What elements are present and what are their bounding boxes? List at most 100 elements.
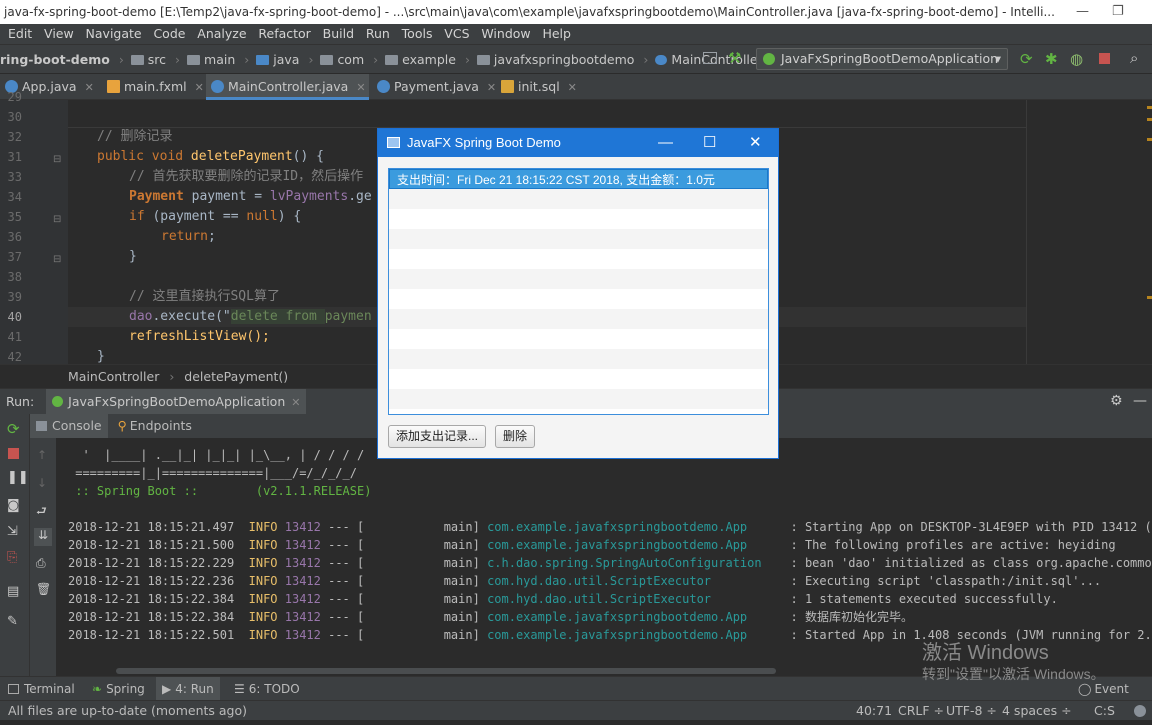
log-logger[interactable]: com.hyd.dao.util.ScriptExecutor [487,574,790,588]
restart-icon[interactable]: ⎘ [7,550,17,565]
log-logger[interactable]: com.example.javafxspringbootdemo.App [487,628,790,642]
menu-view[interactable]: View [44,24,74,44]
menu-edit[interactable]: Edit [8,24,32,44]
trash-icon[interactable]: 🗑 [36,582,51,596]
nav-crumb-package[interactable]: javafxspringbootdemo [477,45,635,74]
menu-help[interactable]: Help [542,24,571,44]
gear-icon[interactable]: ⚙ [1110,389,1123,414]
log-logger[interactable]: com.example.javafxspringbootdemo.App [487,520,790,534]
menu-vcs[interactable]: VCS [444,24,469,44]
close-icon[interactable]: ✕ [749,129,762,157]
minimize-button[interactable]: — [1076,0,1089,24]
vcs-widget[interactable]: C:S [1094,701,1115,720]
hammer-icon[interactable]: ⚒ [728,49,741,67]
tab-endpoints[interactable]: ⚲Endpoints [112,414,198,438]
tab-console[interactable]: Console [30,414,108,438]
minimize-icon[interactable]: — [658,129,673,157]
stop-icon[interactable] [1099,53,1110,64]
hide-icon[interactable]: — [1133,389,1147,414]
menu-tools[interactable]: Tools [402,24,433,44]
log-pid: 13412 [285,574,328,588]
menu-analyze[interactable]: Analyze [197,24,246,44]
horizontal-scrollbar[interactable] [116,668,776,674]
rerun-icon[interactable]: ⟳ [7,420,20,438]
delete-button[interactable]: 删除 [495,425,535,448]
caret-position[interactable]: 40:71 [856,701,892,720]
tab-maincontroller-java[interactable]: MainController.java✕ [206,74,369,100]
rerun-icon[interactable]: ⟳ [1020,50,1033,68]
print-icon[interactable]: ⎙ [36,556,46,571]
file-encoding[interactable]: UTF-8 ÷ [946,701,997,720]
coverage-icon[interactable]: ◍ [1070,50,1083,68]
camera-icon[interactable]: ◙ [7,498,20,513]
fold-icon[interactable]: ⊟ [53,154,61,165]
fx-title-bar[interactable]: JavaFX Spring Boot Demo — ☐ ✕ [378,129,778,157]
package-icon [320,55,333,65]
log-logger[interactable]: c.h.dao.spring.SpringAutoConfiguration [487,556,790,570]
pin-icon[interactable]: ✎ [7,614,18,629]
wrap-icon[interactable]: ⮐ [36,502,47,523]
tab-payment-java[interactable]: Payment.java✕ [372,74,492,100]
run-config-tab[interactable]: JavaFxSpringBootDemoApplication✕ [46,389,306,415]
down-icon[interactable]: ↓ [37,476,47,490]
breadcrumb-class[interactable]: MainController [68,369,159,384]
close-icon[interactable]: ✕ [487,81,496,94]
tool-todo[interactable]: ☰6: TODO [234,677,300,701]
close-icon[interactable]: ✕ [291,396,300,409]
log-timestamp: 2018-12-21 18:15:22.236 [68,574,249,588]
nav-crumb-example[interactable]: example [385,45,456,74]
tab-init-sql[interactable]: init.sql✕ [496,74,586,100]
close-icon[interactable]: ✕ [568,81,577,94]
payment-list[interactable]: 支出时间：Fri Dec 21 18:15:22 CST 2018, 支出金额：… [388,168,769,415]
line-separator[interactable]: CRLF ÷ [898,701,944,720]
tool-run[interactable]: ▶4: Run [156,677,220,701]
memory-icon[interactable] [1134,705,1146,717]
exit-icon[interactable]: ⇲ [7,524,18,539]
nav-crumb-main[interactable]: main [187,45,235,74]
log-message: : 数据库初始化完毕。 [791,610,913,624]
log-timestamp: 2018-12-21 18:15:22.501 [68,628,249,642]
nav-crumb-com[interactable]: com [320,45,364,74]
tool-spring[interactable]: ❧Spring [92,677,145,701]
breadcrumb-method[interactable]: deletePayment() [184,369,288,384]
menu-navigate[interactable]: Navigate [86,24,142,44]
layout-icon[interactable]: ▤ [7,584,19,599]
menu-refactor[interactable]: Refactor [258,24,310,44]
log-thread: --- [ main] [328,610,487,624]
menu-run[interactable]: Run [366,24,390,44]
maximize-icon[interactable]: ☐ [703,129,716,157]
log-logger[interactable]: com.example.javafxspringbootdemo.App [487,538,790,552]
stop-icon[interactable] [8,448,19,459]
scroll-to-end-icon[interactable]: ⇊ [34,528,52,546]
nav-crumb-java[interactable]: java [256,45,299,74]
log-thread: --- [ main] [328,628,487,642]
log-level: INFO [249,556,285,570]
tool-terminal[interactable]: Terminal [8,677,75,701]
close-icon[interactable]: ✕ [195,81,204,94]
search-icon[interactable]: ⌕ [1130,49,1138,67]
window-controls: — ❐ [1062,0,1152,24]
list-item[interactable]: 支出时间：Fri Dec 21 18:15:22 CST 2018, 支出金额：… [389,169,768,189]
indent-setting[interactable]: 4 spaces ÷ [1002,701,1072,720]
add-payment-button[interactable]: 添加支出记录... [388,425,486,448]
menu-code[interactable]: Code [153,24,185,44]
log-logger[interactable]: com.example.javafxspringbootdemo.App [487,610,790,624]
pause-icon[interactable]: ❚❚ [7,470,29,485]
layout-icon[interactable] [703,52,717,64]
close-icon[interactable]: ✕ [85,81,94,94]
nav-project[interactable]: ring-boot-demo [0,45,110,74]
fold-icon[interactable]: ⊟ [53,214,61,225]
error-stripe [1147,118,1152,121]
run-config-select[interactable]: JavaFxSpringBootDemoApplication ▾ [756,48,1008,70]
up-icon[interactable]: ↑ [37,448,47,462]
tab-main-fxml[interactable]: main.fxml✕ [102,74,202,100]
nav-crumb-src[interactable]: src [131,45,166,74]
log-thread: --- [ main] [328,520,487,534]
debug-icon[interactable]: ✱ [1045,50,1058,68]
menu-build[interactable]: Build [323,24,354,44]
menu-window[interactable]: Window [481,24,530,44]
close-icon[interactable]: ✕ [356,81,365,94]
restore-button[interactable]: ❐ [1112,0,1124,24]
fold-icon[interactable]: ⊟ [53,254,61,265]
log-logger[interactable]: com.hyd.dao.util.ScriptExecutor [487,592,790,606]
